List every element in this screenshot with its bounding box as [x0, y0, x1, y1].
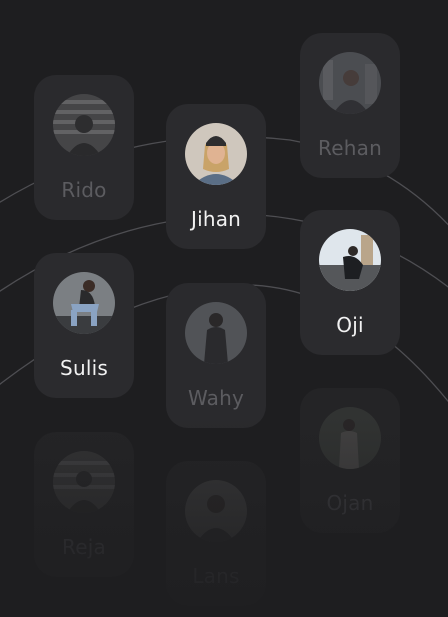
contact-card-wahy[interactable]: Wahy	[166, 283, 266, 428]
contact-name: Oji	[336, 313, 364, 337]
avatar	[185, 302, 247, 364]
avatar	[53, 451, 115, 513]
avatar	[185, 123, 247, 185]
avatar	[185, 480, 247, 542]
avatar	[53, 94, 115, 156]
avatar	[319, 229, 381, 291]
contact-card-lans[interactable]: Lans	[166, 461, 266, 606]
contact-name: Sulis	[60, 356, 108, 380]
contact-name: Jihan	[190, 207, 242, 231]
contact-card-oji[interactable]: Oji	[300, 210, 400, 355]
contact-name: Lans	[192, 564, 240, 588]
contact-name: Rehan	[318, 136, 382, 160]
contact-name: Reja	[62, 535, 106, 559]
contact-card-sulis[interactable]: Sulis	[34, 253, 134, 398]
contact-card-rehan[interactable]: Rehan	[300, 33, 400, 178]
avatar	[319, 52, 381, 114]
avatar	[53, 272, 115, 334]
contact-name: Rido	[61, 178, 107, 202]
contact-card-rido[interactable]: Rido	[34, 75, 134, 220]
contact-card-reja[interactable]: Reja	[34, 432, 134, 577]
avatar	[319, 407, 381, 469]
contact-card-ojan[interactable]: Ojan	[300, 388, 400, 533]
contact-card-jihan[interactable]: Jihan	[166, 104, 266, 249]
contact-name: Wahy	[187, 386, 245, 410]
contact-name: Ojan	[326, 491, 374, 515]
